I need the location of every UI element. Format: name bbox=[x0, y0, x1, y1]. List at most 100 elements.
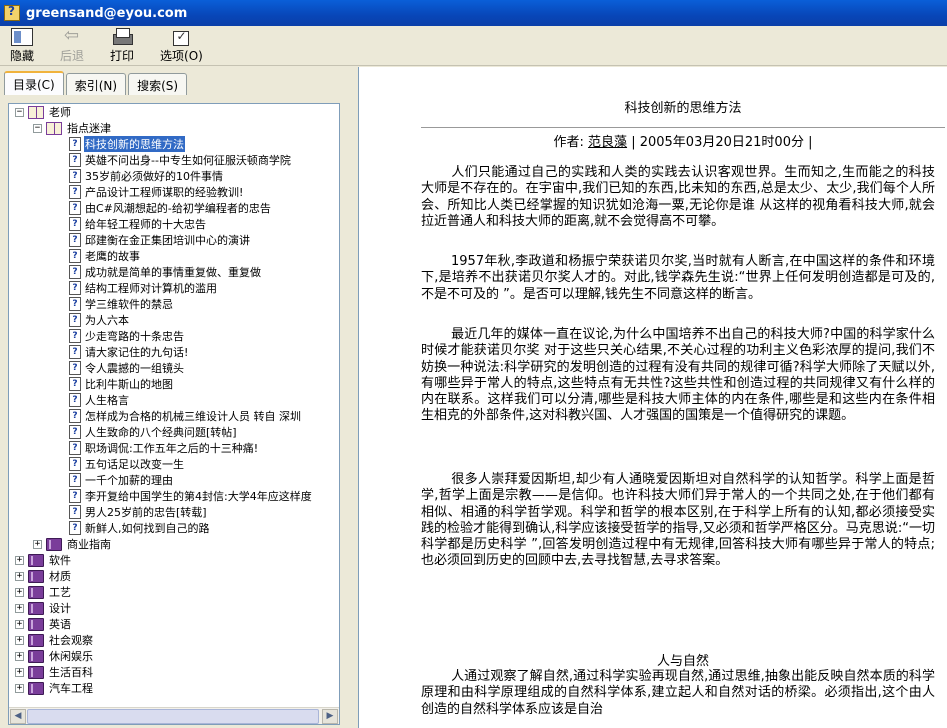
expand-icon[interactable]: + bbox=[15, 667, 24, 677]
tree-leaf-item[interactable]: ? 邱建衡在金正集团培训中心的演讲 bbox=[69, 232, 251, 248]
expand-icon[interactable]: + bbox=[15, 555, 24, 565]
author-link[interactable]: 范良藻 bbox=[588, 135, 627, 150]
tab-index[interactable]: 索引(N) bbox=[65, 73, 127, 95]
tree-leaf-item[interactable]: ? 少走弯路的十条忠告 bbox=[69, 328, 185, 344]
tree-leaf-item[interactable]: ? 比利牛斯山的地图 bbox=[69, 376, 174, 392]
tree-leaf-label: 由C#风潮想起的-给初学编程者的忠告 bbox=[85, 202, 271, 215]
tree-leaf-item[interactable]: ? 请大家记住的九句话! bbox=[69, 344, 189, 360]
back-button[interactable]: 后退 bbox=[60, 25, 84, 64]
window-titlebar: greensand@eyou.com bbox=[0, 0, 947, 26]
tree-leaf-label: 科技创新的思维方法 bbox=[84, 136, 185, 152]
closed-book-icon bbox=[28, 601, 44, 615]
tree-leaf-item[interactable]: ? 为人六本 bbox=[69, 312, 130, 328]
tree-leaf-item[interactable]: ? 怎样成为合格的机械三维设计人员 转自 深圳 bbox=[69, 408, 302, 424]
tree-leaf-item[interactable]: ? 由C#风潮想起的-给初学编程者的忠告 bbox=[69, 200, 272, 216]
expand-icon[interactable]: + bbox=[15, 651, 24, 661]
pane-splitter[interactable] bbox=[350, 67, 358, 728]
section-title: 人与自然 bbox=[656, 654, 709, 669]
scroll-right-icon[interactable]: ▶ bbox=[322, 709, 338, 724]
tree-leaf-item[interactable]: ? 新鲜人,如何找到自己的路 bbox=[69, 520, 211, 536]
tree-leaf-item[interactable]: ? 给年轻工程师的十大忠告 bbox=[69, 216, 207, 232]
tree-leaf-item[interactable]: ? 令人震撼的一组镜头 bbox=[69, 360, 185, 376]
tree-leaf-item[interactable]: ? 五句话足以改变一生 bbox=[69, 456, 185, 472]
tree-leaf-item[interactable]: ? 老鹰的故事 bbox=[69, 248, 141, 264]
expand-icon[interactable]: + bbox=[15, 571, 24, 581]
tree-node-label: 设计 bbox=[49, 602, 71, 615]
tree-leaf-item[interactable]: ? 学三维软件的禁忌 bbox=[69, 296, 174, 312]
tree-node-top[interactable]: + 英语 bbox=[15, 616, 72, 632]
byline-date: | 2005年03月20日21时00分 | bbox=[631, 135, 813, 150]
tree-node-business-guide[interactable]: + 商业指南 bbox=[33, 536, 112, 552]
horizontal-scrollbar[interactable]: ◀ ▶ bbox=[9, 707, 339, 724]
options-button[interactable]: 选项(O) bbox=[160, 26, 203, 64]
tree-node-label: 指点迷津 bbox=[67, 122, 111, 135]
tree-leaf-item[interactable]: ? 男人25岁前的忠告[转载] bbox=[69, 504, 208, 520]
closed-book-icon bbox=[28, 649, 44, 663]
expand-icon[interactable]: + bbox=[15, 635, 24, 645]
print-button[interactable]: 打印 bbox=[110, 26, 134, 64]
tree-leaf-item[interactable]: ? 人生致命的八个经典问题[转帖] bbox=[69, 424, 238, 440]
tree-leaf-label: 人生致命的八个经典问题[转帖] bbox=[85, 426, 237, 439]
scroll-left-icon[interactable]: ◀ bbox=[10, 709, 26, 724]
help-page-icon: ? bbox=[69, 249, 81, 263]
tree-node-top[interactable]: + 社会观察 bbox=[15, 632, 94, 648]
tree-node-top[interactable]: + 工艺 bbox=[15, 584, 72, 600]
tree-leaf-item[interactable]: ? 李开复给中国学生的第4封信:大学4年应这样度 bbox=[69, 488, 313, 504]
article-paragraph: 1957年秋,李政道和杨振宁荣获诺贝尔奖,当时就有人断言,在中国这样的条件和环境… bbox=[421, 254, 935, 302]
tree-node-label: 软件 bbox=[49, 554, 71, 567]
tree-leaf-item[interactable]: ? 结构工程师对计算机的滥用 bbox=[69, 280, 218, 296]
help-page-icon: ? bbox=[69, 217, 81, 231]
help-app-icon bbox=[4, 4, 20, 21]
help-page-icon: ? bbox=[69, 409, 81, 423]
tree-node-label: 工艺 bbox=[49, 586, 71, 599]
toolbar: 隐藏 后退 打印 选项(O) bbox=[0, 25, 947, 66]
tree-node-top[interactable]: + 汽车工程 bbox=[15, 680, 94, 696]
tree-node-label: 汽车工程 bbox=[49, 682, 93, 695]
collapse-icon[interactable]: − bbox=[15, 107, 24, 117]
tree-node-top[interactable]: + 休闲娱乐 bbox=[15, 648, 94, 664]
tree-leaf-item[interactable]: ? 35岁前必须做好的10件事情 bbox=[69, 168, 224, 184]
open-book-icon bbox=[46, 121, 62, 135]
tab-contents[interactable]: 目录(C) bbox=[4, 71, 64, 95]
tree-leaf-item[interactable]: ? 成功就是简单的事情重复做、重复做 bbox=[69, 264, 262, 280]
tree-node-root[interactable]: − 老师 bbox=[15, 104, 72, 120]
tree-leaf-label: 产品设计工程师谋职的经验教训! bbox=[85, 186, 244, 199]
hide-button-label: 隐藏 bbox=[10, 49, 35, 63]
help-page-icon: ? bbox=[69, 329, 81, 343]
help-page-icon: ? bbox=[69, 137, 81, 151]
hide-button[interactable]: 隐藏 bbox=[10, 26, 34, 64]
help-page-icon: ? bbox=[69, 153, 81, 167]
tree-node-sub[interactable]: − 指点迷津 bbox=[33, 120, 112, 136]
collapse-icon[interactable]: − bbox=[33, 123, 42, 133]
tree-leaf-item[interactable]: ? 产品设计工程师谋职的经验教训! bbox=[69, 184, 244, 200]
tree-leaf-item[interactable]: ? 科技创新的思维方法 bbox=[69, 136, 185, 152]
tree-node-top[interactable]: + 材质 bbox=[15, 568, 72, 584]
tree-node-top[interactable]: + 软件 bbox=[15, 552, 72, 568]
expand-icon[interactable]: + bbox=[33, 539, 42, 549]
expand-icon[interactable]: + bbox=[15, 683, 24, 693]
tab-search[interactable]: 搜索(S) bbox=[128, 73, 188, 95]
expand-icon[interactable]: + bbox=[15, 587, 24, 597]
tree-leaf-item[interactable]: ? 人生格言 bbox=[69, 392, 130, 408]
tree-leaf-item[interactable]: ? 职场调侃:工作五年之后的十三种痛! bbox=[69, 440, 259, 456]
tree-node-label: 材质 bbox=[49, 570, 71, 583]
tree-node-top[interactable]: + 设计 bbox=[15, 600, 72, 616]
options-icon bbox=[170, 28, 192, 46]
scrollbar-thumb[interactable] bbox=[27, 709, 319, 724]
expand-icon[interactable]: + bbox=[15, 603, 24, 613]
tree-leaf-label: 请大家记住的九句话! bbox=[85, 346, 189, 359]
closed-book-icon bbox=[28, 585, 44, 599]
tree-leaf-label: 一千个加薪的理由 bbox=[85, 474, 173, 487]
article-paragraph: 人通过观察了解自然,通过科学实验再现自然,通过思维,抽象出能反映自然本质的科学原… bbox=[421, 669, 935, 717]
help-page-icon: ? bbox=[69, 169, 81, 183]
tree-leaf-item[interactable]: ? 一千个加薪的理由 bbox=[69, 472, 174, 488]
tree-leaf-label: 给年轻工程师的十大忠告 bbox=[85, 218, 206, 231]
tree-node-top[interactable]: + 生活百科 bbox=[15, 664, 94, 680]
help-page-icon: ? bbox=[69, 233, 81, 247]
tree-leaf-item[interactable]: ? 英雄不问出身--中专生如何征服沃顿商学院 bbox=[69, 152, 292, 168]
expand-icon[interactable]: + bbox=[15, 619, 24, 629]
closed-book-icon bbox=[28, 617, 44, 631]
article-paragraph: 最近几年的媒体一直在议论,为什么中国培养不出自己的科技大师?中国的科学家什么时候… bbox=[421, 327, 935, 424]
nav-tabs: 目录(C) 索引(N) 搜索(S) bbox=[4, 71, 189, 95]
help-page-icon: ? bbox=[69, 425, 81, 439]
